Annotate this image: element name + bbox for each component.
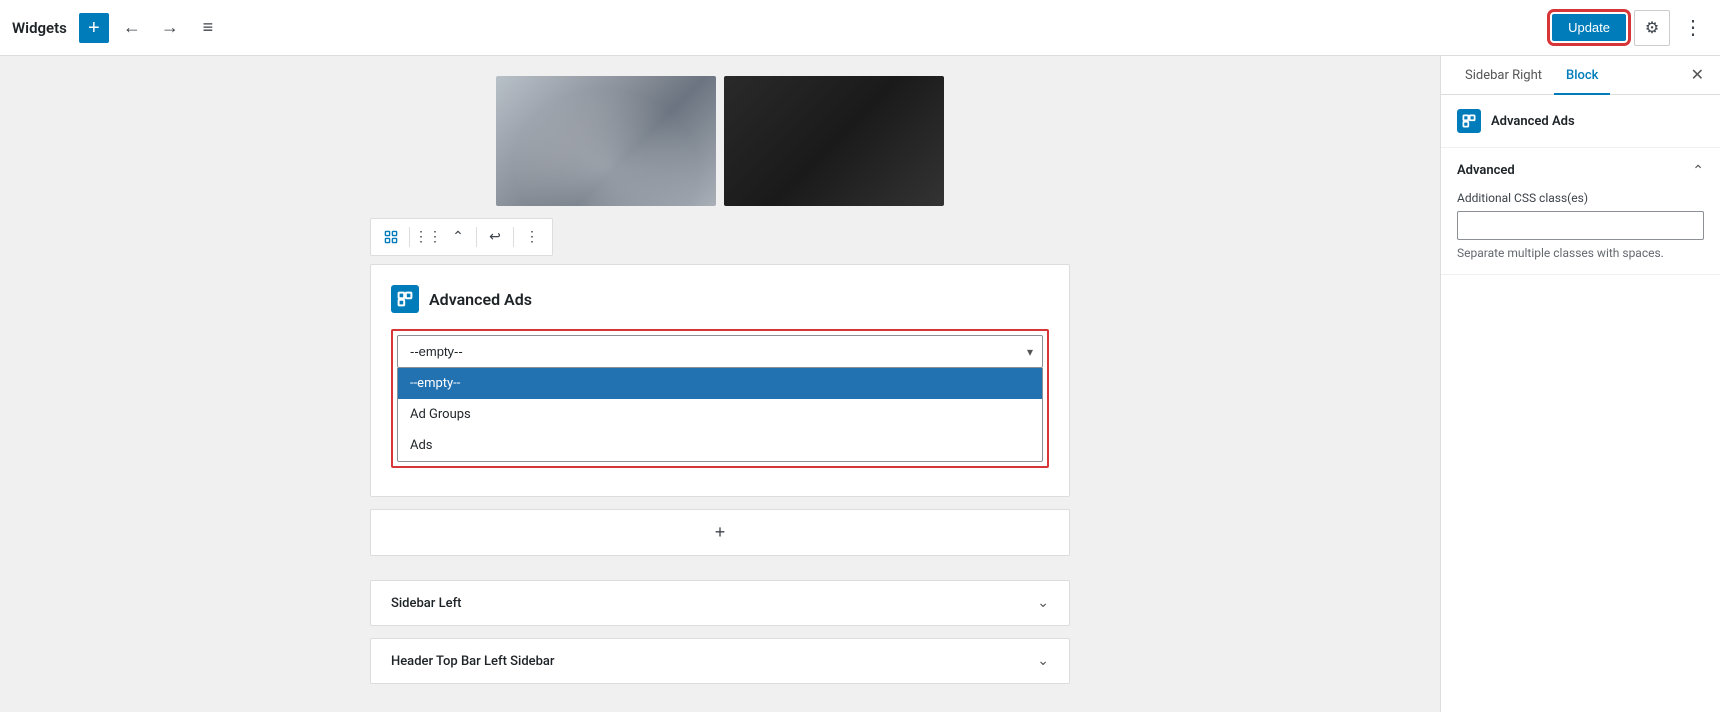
css-class-help-text: Separate multiple classes with spaces. bbox=[1457, 246, 1704, 260]
widget-title: Advanced Ads bbox=[429, 290, 532, 309]
header-top-bar-chevron: ⌄ bbox=[1037, 653, 1049, 669]
dropdown-item-empty[interactable]: --empty-- bbox=[398, 368, 1042, 399]
image-2 bbox=[724, 76, 944, 206]
add-block-button[interactable]: + bbox=[370, 509, 1070, 556]
more-block-options[interactable]: ⋮ bbox=[518, 223, 546, 251]
right-panel-close-button[interactable]: ✕ bbox=[1687, 61, 1708, 89]
tab-sidebar-right[interactable]: Sidebar Right bbox=[1453, 56, 1554, 95]
advanced-ads-logo bbox=[391, 285, 419, 313]
more-options-button[interactable]: ⋮ bbox=[1678, 13, 1708, 43]
dropdown-item-ads[interactable]: Ads bbox=[398, 430, 1042, 461]
tab-block[interactable]: Block bbox=[1554, 56, 1610, 95]
advanced-ads-header: Advanced Ads bbox=[391, 285, 1049, 313]
advanced-section-header: Advanced ⌃ bbox=[1457, 162, 1704, 179]
css-class-input[interactable] bbox=[1457, 211, 1704, 240]
toolbar-title: Widgets bbox=[12, 19, 67, 37]
block-toolbar: ⋮⋮ ⌃ ↩ ⋮ bbox=[370, 218, 553, 256]
image-row bbox=[40, 76, 1400, 206]
toolbar-divider-2 bbox=[476, 227, 477, 247]
undo-button[interactable]: ← bbox=[117, 13, 147, 43]
sidebar-left-section[interactable]: Sidebar Left ⌄ bbox=[370, 580, 1070, 626]
css-class-label: Additional CSS class(es) bbox=[1457, 191, 1704, 205]
rp-block-name: Advanced Ads bbox=[1491, 114, 1575, 129]
right-panel: Sidebar Right Block ✕ Advanced Ads Advan… bbox=[1440, 56, 1720, 712]
add-block-icon: + bbox=[715, 522, 726, 543]
move-up-button[interactable]: ⌃ bbox=[444, 223, 472, 251]
advanced-section: Advanced ⌃ Additional CSS class(es) Sepa… bbox=[1441, 148, 1720, 275]
main-layout: ⋮⋮ ⌃ ↩ ⋮ Advanced Ads bbox=[0, 56, 1720, 712]
header-top-bar-title: Header Top Bar Left Sidebar bbox=[391, 654, 555, 669]
sidebar-left-chevron: ⌄ bbox=[1037, 595, 1049, 611]
widget-container: Advanced Ads --empty-- Ad Groups Ads ▾ -… bbox=[370, 264, 1070, 497]
update-button[interactable]: Update bbox=[1552, 14, 1626, 41]
toolbar-divider bbox=[409, 227, 410, 247]
tabs-group: Sidebar Right Block bbox=[1453, 56, 1610, 94]
block-icon bbox=[377, 223, 405, 251]
canvas-area: ⋮⋮ ⌃ ↩ ⋮ Advanced Ads bbox=[0, 56, 1440, 712]
advanced-section-title: Advanced bbox=[1457, 163, 1515, 178]
dropdown-item-ad-groups[interactable]: Ad Groups bbox=[398, 399, 1042, 430]
advanced-section-collapse[interactable]: ⌃ bbox=[1692, 162, 1704, 179]
undo-block-button[interactable]: ↩ bbox=[481, 223, 509, 251]
rp-block-header: Advanced Ads bbox=[1441, 95, 1720, 148]
sidebar-left-title: Sidebar Left bbox=[391, 596, 462, 611]
right-panel-tabs: Sidebar Right Block ✕ bbox=[1441, 56, 1720, 95]
rp-advanced-ads-logo bbox=[1457, 109, 1481, 133]
header-top-bar-section[interactable]: Header Top Bar Left Sidebar ⌄ bbox=[370, 638, 1070, 684]
redo-button[interactable]: → bbox=[155, 13, 185, 43]
select-wrapper: --empty-- Ad Groups Ads ▾ bbox=[397, 335, 1043, 368]
image-1 bbox=[496, 76, 716, 206]
dropdown-highlighted-area: --empty-- Ad Groups Ads ▾ --empty-- Ad G… bbox=[391, 329, 1049, 468]
toolbar-divider-3 bbox=[513, 227, 514, 247]
settings-button[interactable]: ⚙ bbox=[1634, 10, 1670, 46]
add-block-toolbar-button[interactable]: + bbox=[79, 13, 109, 43]
drag-handle[interactable]: ⋮⋮ bbox=[414, 223, 442, 251]
top-toolbar: Widgets + ← → ≡ Update ⚙ ⋮ bbox=[0, 0, 1720, 56]
dropdown-open-list: --empty-- Ad Groups Ads bbox=[397, 368, 1043, 462]
ad-type-select[interactable]: --empty-- Ad Groups Ads bbox=[397, 335, 1043, 368]
menu-button[interactable]: ≡ bbox=[193, 13, 223, 43]
